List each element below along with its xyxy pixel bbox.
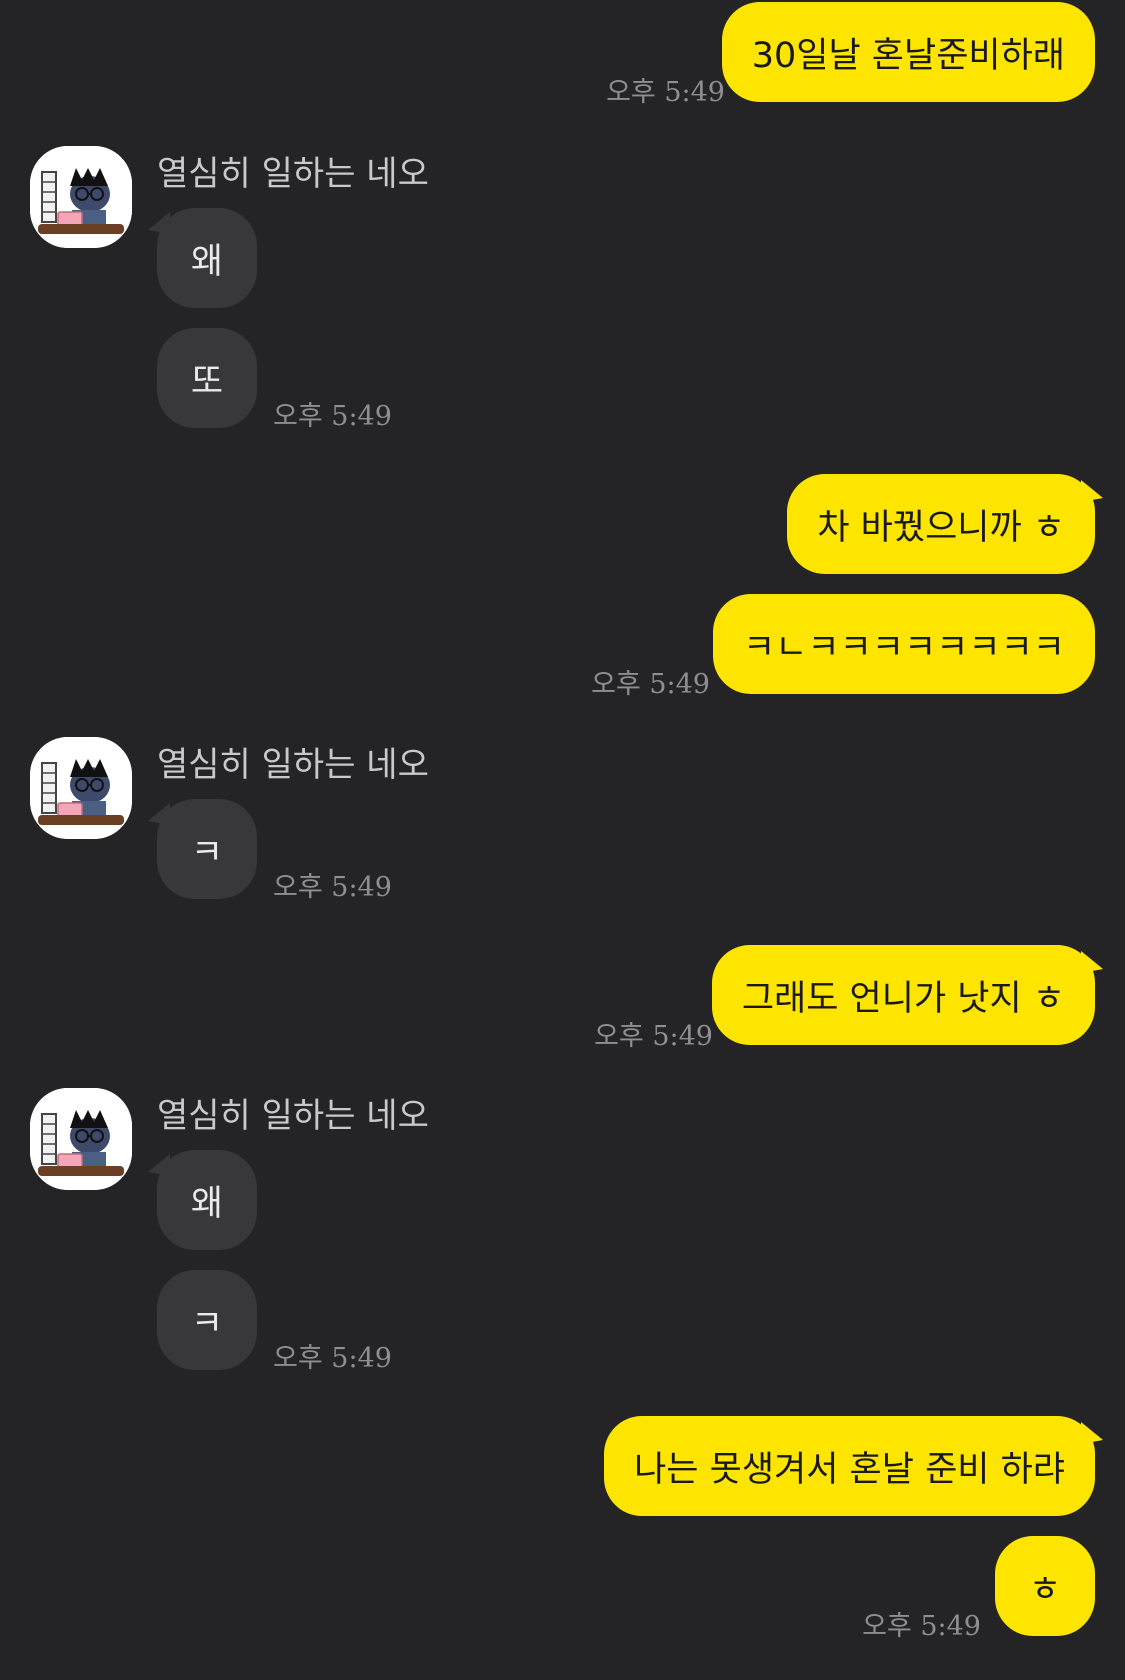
my-message-bubble[interactable]: 그래도 언니가 낫지 ㅎ bbox=[711, 945, 1095, 1045]
message-text: 또 bbox=[190, 361, 224, 402]
message-text: ㅋㄴㅋㅋㅋㅋㅋㅋㅋㅋ bbox=[742, 627, 1065, 668]
message-timestamp: 오후 5:49 bbox=[273, 401, 392, 432]
message-timestamp: 오후 5:49 bbox=[606, 77, 725, 108]
my-message-bubble[interactable]: ㅎ bbox=[995, 1536, 1095, 1636]
message-timestamp: 오후 5:49 bbox=[594, 1021, 713, 1052]
message-text: 차 바꿨으니까 ㅎ bbox=[817, 507, 1065, 548]
message-text: ㅎ bbox=[1028, 1569, 1062, 1610]
neo-working-avatar-icon bbox=[30, 737, 132, 839]
their-message-bubble[interactable]: 또 bbox=[157, 328, 257, 428]
my-message-bubble[interactable]: 30일날 혼날준비하래 bbox=[721, 2, 1095, 102]
sender-avatar[interactable] bbox=[30, 1088, 132, 1190]
message-text: 나는 못생겨서 혼날 준비 하랴 bbox=[634, 1449, 1065, 1490]
their-message-bubble[interactable]: 왜 bbox=[157, 208, 257, 308]
message-timestamp: 오후 5:49 bbox=[862, 1611, 981, 1642]
message-text: 그래도 언니가 낫지 ㅎ bbox=[741, 978, 1065, 1019]
my-message-bubble[interactable]: ㅋㄴㅋㅋㅋㅋㅋㅋㅋㅋ bbox=[712, 594, 1095, 694]
neo-working-avatar-icon bbox=[30, 1088, 132, 1190]
sender-avatar[interactable] bbox=[30, 737, 132, 839]
sender-name: 열심히 일하는 네오 bbox=[157, 745, 429, 785]
message-timestamp: 오후 5:49 bbox=[273, 872, 392, 903]
message-text: 왜 bbox=[190, 241, 224, 282]
sender-name: 열심히 일하는 네오 bbox=[157, 154, 429, 194]
my-message-bubble[interactable]: 나는 못생겨서 혼날 준비 하랴 bbox=[604, 1416, 1095, 1516]
sender-name: 열심히 일하는 네오 bbox=[157, 1096, 429, 1136]
message-text: 왜 bbox=[190, 1183, 224, 1224]
their-message-bubble[interactable]: ㅋ bbox=[157, 799, 257, 899]
neo-working-avatar-icon bbox=[30, 146, 132, 248]
my-message-bubble[interactable]: 차 바꿨으니까 ㅎ bbox=[787, 474, 1095, 574]
message-timestamp: 오후 5:49 bbox=[591, 669, 710, 700]
message-text: 30일날 혼날준비하래 bbox=[751, 35, 1065, 76]
their-message-bubble[interactable]: ㅋ bbox=[157, 1270, 257, 1370]
sender-avatar[interactable] bbox=[30, 146, 132, 248]
message-timestamp: 오후 5:49 bbox=[273, 1343, 392, 1374]
message-text: ㅋ bbox=[190, 1303, 224, 1344]
message-text: ㅋ bbox=[190, 832, 224, 873]
their-message-bubble[interactable]: 왜 bbox=[157, 1150, 257, 1250]
